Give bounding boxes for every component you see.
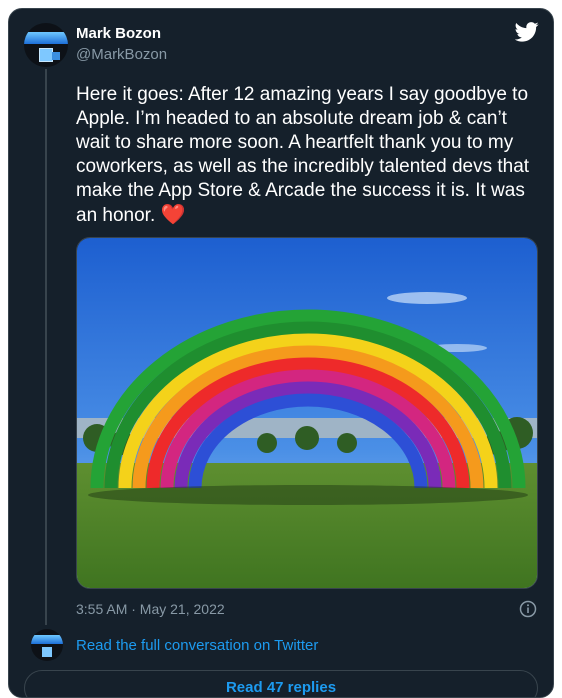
read-replies-button[interactable]: Read 47 replies (24, 670, 538, 697)
thread-line (45, 69, 47, 625)
tweet-photo[interactable] (76, 237, 538, 589)
read-conversation-link[interactable]: Read the full conversation on Twitter (76, 637, 318, 654)
heart-emoji: ❤️ (160, 204, 186, 226)
avatar-logo (24, 32, 68, 44)
info-icon[interactable] (519, 600, 537, 618)
avatar-logo (31, 635, 63, 644)
tweet-timestamp[interactable]: 3:55 AM · May 21, 2022 (76, 601, 225, 617)
tweet-card[interactable]: Mark Bozon @MarkBozon Here it goes: Afte… (8, 8, 554, 698)
avatar-sprite (39, 48, 53, 62)
tweet-text: Here it goes: After 12 amazing years I s… (76, 83, 546, 228)
tweet-body: Here it goes: After 12 amazing years I s… (76, 84, 530, 226)
avatar-sprite-detail (52, 52, 60, 60)
author-handle[interactable]: @MarkBozon (76, 46, 167, 63)
rainbow-arch-photo (77, 238, 537, 588)
footer-avatar[interactable] (31, 629, 63, 661)
avatar-sprite (42, 647, 52, 657)
author-avatar[interactable] (24, 23, 68, 67)
twitter-bird-icon[interactable] (515, 22, 539, 42)
author-name[interactable]: Mark Bozon (76, 25, 161, 42)
